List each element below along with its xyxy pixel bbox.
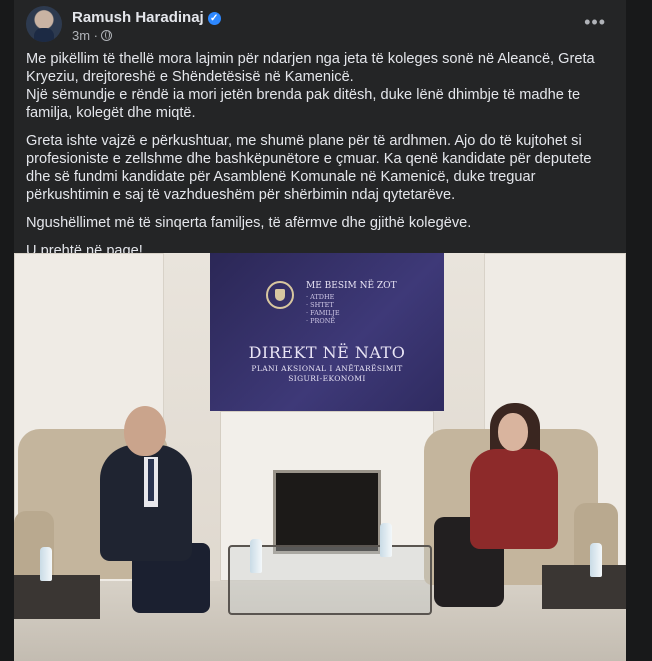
woman-face xyxy=(498,413,528,451)
banner-value: · PRONË xyxy=(306,317,336,325)
side-table-left xyxy=(14,575,100,619)
author-avatar[interactable] xyxy=(26,6,62,42)
author-name-row: Ramush Haradinaj ✓ xyxy=(72,9,221,26)
paragraph-1-line-1: Me pikëllim të thellë mora lajmin për nd… xyxy=(26,51,595,85)
globe-icon xyxy=(101,30,113,41)
banner-title: DIREKT NË NATO xyxy=(248,343,406,362)
banner-value: · SHTET xyxy=(306,301,334,309)
banner-value: · FAMILJE xyxy=(306,309,340,317)
banner: ME BESIM NË ZOT · ATDHE · SHTET · FAMILJ… xyxy=(210,253,444,411)
verified-badge-icon: ✓ xyxy=(207,12,221,25)
banner-subtitle-line-1: PLANI AKSIONAL I ANËTARËSIMIT xyxy=(251,364,403,373)
water-bottle xyxy=(590,543,602,577)
paragraph-1-line-2: Një sëmundje e rëndë ia mori jetën brend… xyxy=(26,87,581,121)
banner-subtitle-line-2: SIGURI-EKONOMI xyxy=(288,374,366,383)
post-header: Ramush Haradinaj ✓ 3m · ••• xyxy=(26,6,616,46)
post-time[interactable]: 3m xyxy=(72,28,90,43)
post-meta: 3m · xyxy=(72,28,113,43)
banner-subtitle: PLANI AKSIONAL I ANËTARËSIMIT SIGURI-EKO… xyxy=(210,364,444,384)
paragraph-2: Greta ishte vajzë e përkushtuar, me shum… xyxy=(26,133,592,203)
woman-coat xyxy=(470,449,558,549)
author-name[interactable]: Ramush Haradinaj xyxy=(72,9,204,26)
paragraph-1: Me pikëllim të thellë mora lajmin për nd… xyxy=(26,50,618,122)
banner-motto: ME BESIM NË ZOT xyxy=(306,281,397,291)
post-text: Me pikëllim të thellë mora lajmin për nd… xyxy=(26,50,618,270)
man-tie xyxy=(148,459,154,501)
banner-values: · ATDHE · SHTET · FAMILJE · PRONË xyxy=(306,293,340,325)
party-emblem-icon xyxy=(266,281,294,309)
more-options-button[interactable]: ••• xyxy=(584,12,606,32)
firebox xyxy=(273,470,381,554)
paragraph-3: Ngushëllimet më të sinqerta familjes, të… xyxy=(26,215,472,231)
man-head xyxy=(124,406,166,456)
water-bottle xyxy=(40,547,52,581)
water-bottle xyxy=(250,539,262,573)
banner-value: · ATDHE xyxy=(306,293,335,301)
post-photo[interactable]: ME BESIM NË ZOT · ATDHE · SHTET · FAMILJ… xyxy=(14,253,626,661)
side-table-right xyxy=(542,565,626,609)
facebook-post: Ramush Haradinaj ✓ 3m · ••• Me pikëllim t… xyxy=(14,0,626,661)
water-bottle xyxy=(380,523,392,557)
